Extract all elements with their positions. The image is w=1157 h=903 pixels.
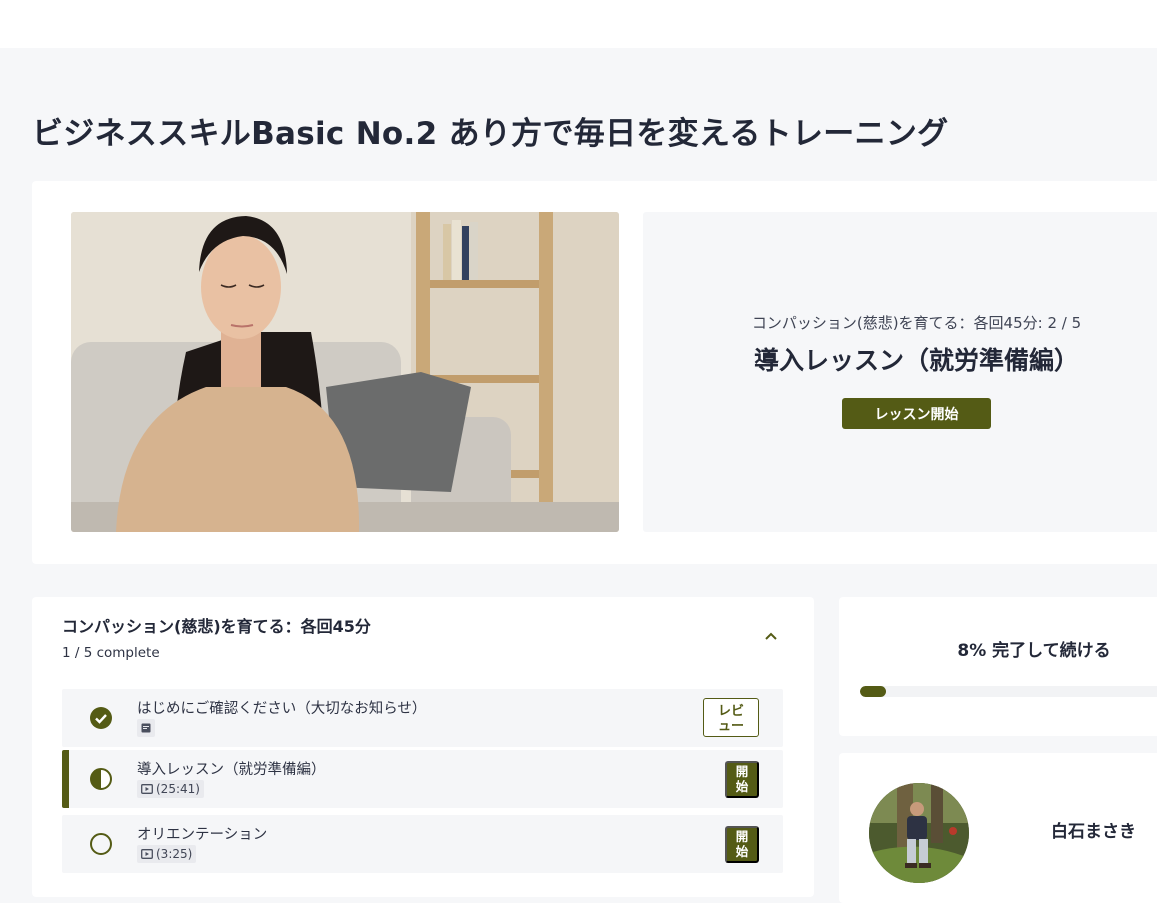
progress-bar-fill bbox=[860, 686, 886, 697]
lesson-item-notice[interactable]: はじめにご確認ください（大切なお知らせ） レビュー bbox=[62, 689, 783, 747]
lesson-type-chip bbox=[137, 719, 155, 737]
start-button[interactable]: 開始 bbox=[725, 761, 759, 798]
lesson-item-intro[interactable]: 導入レッスン（就労準備編） (25:41) 開始 bbox=[62, 750, 783, 808]
lesson-label: オリエンテーション bbox=[137, 827, 268, 843]
empty-circle-icon bbox=[90, 833, 112, 855]
lesson-duration: (3:25) bbox=[156, 847, 193, 861]
top-navigation-bar bbox=[0, 0, 1157, 48]
lesson-duration-chip: (3:25) bbox=[137, 845, 197, 863]
start-lesson-button[interactable]: レッスン開始 bbox=[842, 398, 991, 429]
section-title: コンパッション(慈悲)を育てる：各回45分 bbox=[62, 617, 371, 636]
current-lesson-title: 導入レッスン（就労準備編） bbox=[753, 346, 1079, 375]
text-document-icon bbox=[141, 723, 151, 733]
start-button[interactable]: 開始 bbox=[725, 826, 759, 863]
video-icon bbox=[141, 849, 153, 859]
lesson-progress-subtitle: コンパッション(慈悲)を育てる：各回45分: 2 / 5 bbox=[751, 314, 1082, 332]
collapse-section-button[interactable] bbox=[760, 625, 782, 647]
progress-bar bbox=[860, 686, 1157, 697]
current-lesson-panel: コンパッション(慈悲)を育てる：各回45分: 2 / 5 導入レッスン（就労準備… bbox=[643, 212, 1157, 532]
review-button[interactable]: レビュー bbox=[703, 698, 759, 737]
lesson-label: 導入レッスン（就労準備編） bbox=[137, 762, 326, 778]
video-icon bbox=[141, 784, 153, 794]
author-card: 白石まさき bbox=[839, 753, 1157, 903]
section-completion-count: 1 / 5 complete bbox=[62, 645, 160, 661]
course-hero-image bbox=[71, 212, 619, 532]
author-avatar bbox=[869, 783, 969, 883]
progress-card: 8% 完了して続ける bbox=[839, 597, 1157, 736]
section-card: コンパッション(慈悲)を育てる：各回45分 1 / 5 complete はじめ… bbox=[32, 597, 814, 897]
check-circle-icon bbox=[90, 707, 112, 729]
lesson-duration-chip: (25:41) bbox=[137, 780, 204, 798]
lesson-item-orientation[interactable]: オリエンテーション (3:25) 開始 bbox=[62, 815, 783, 873]
lesson-duration: (25:41) bbox=[156, 782, 200, 796]
progress-text: 8% 完了して続ける bbox=[957, 641, 1111, 661]
half-circle-icon bbox=[90, 768, 112, 790]
chevron-up-icon bbox=[765, 632, 777, 640]
author-name: 白石まさき bbox=[1051, 822, 1136, 842]
lesson-label: はじめにご確認ください（大切なお知らせ） bbox=[137, 701, 427, 717]
course-title: ビジネススキルBasic No.2 あり方で毎日を変えるトレーニング bbox=[32, 116, 949, 152]
